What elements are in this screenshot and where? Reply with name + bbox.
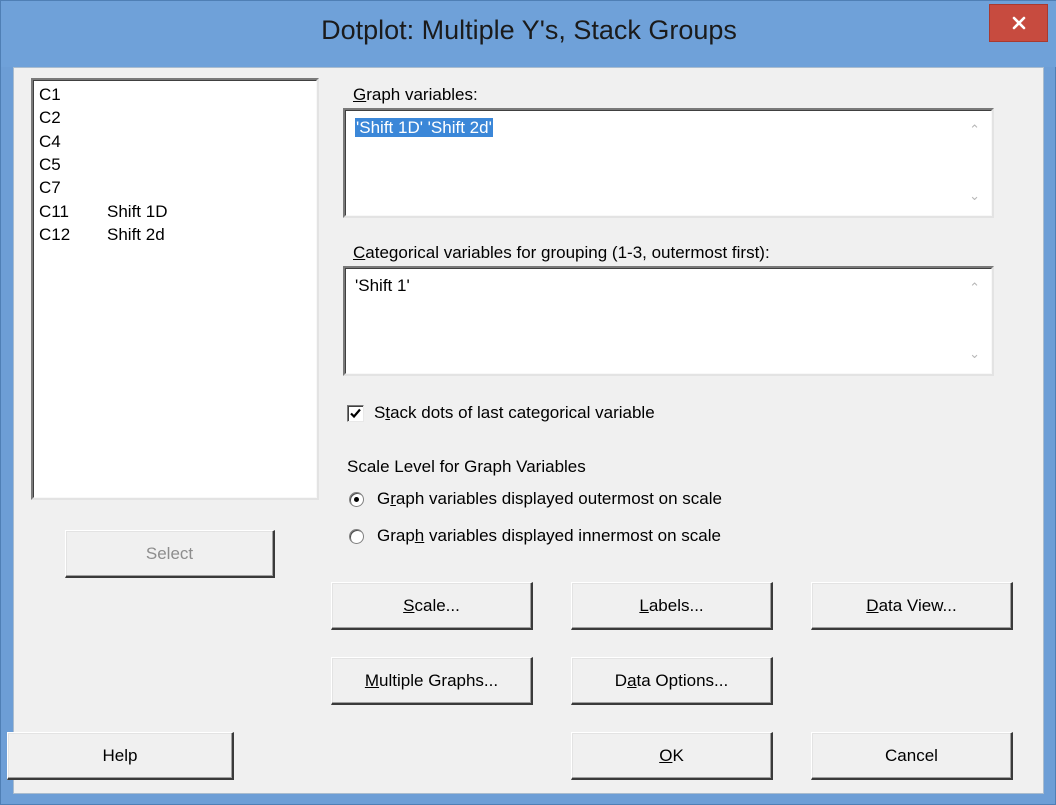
multiple-graphs-button[interactable]: Multiple Graphs...: [331, 657, 533, 705]
dialog-window: Dotplot: Multiple Y's, Stack Groups C1 C2…: [0, 0, 1056, 805]
ok-button[interactable]: OK: [571, 732, 773, 780]
categorical-variables-input[interactable]: 'Shift 1' ⌃ ⌄: [343, 266, 994, 376]
stack-dots-label: Stack dots of last categorical variable: [374, 403, 655, 422]
scroll-up-icon[interactable]: ⌃: [969, 280, 980, 296]
column-id: C4: [39, 131, 61, 151]
dialog-body: C1 C2 C4 C5 C7 C11 Shift 1D C12 Shift 2d Select …: [7, 67, 1044, 794]
data-options-button[interactable]: Da ta Options...: [571, 657, 773, 705]
radio-outermost[interactable]: Graph variables displayed outermost on s…: [349, 489, 722, 509]
data-view-button[interactable]: Data View...: [811, 582, 1013, 630]
column-id: C7: [39, 178, 61, 198]
graph-variables-value: 'Shift 1D' 'Shift 2d': [355, 118, 493, 137]
cancel-button[interactable]: Cancel: [811, 732, 1013, 780]
column-id: C5: [39, 154, 61, 174]
column-id: C11: [39, 201, 69, 221]
scroll-down-icon[interactable]: ⌄: [969, 188, 980, 204]
radio-innermost-label: Graph variables displayed innermost on s…: [377, 526, 721, 545]
radio-outermost-label: Graph variables displayed outermost on s…: [377, 489, 722, 508]
variable-list[interactable]: C1 C2 C4 C5 C7 C11 Shift 1D C12 Shift 2d: [31, 78, 319, 500]
stack-dots-checkbox-row[interactable]: Stack dots of last categorical variable: [347, 403, 655, 423]
radio-innermost-button[interactable]: [349, 528, 364, 544]
column-name: Shift 2d: [107, 224, 165, 244]
categorical-variables-value: 'Shift 1': [355, 276, 410, 295]
checkmark-icon: [350, 408, 361, 418]
close-button[interactable]: [989, 4, 1048, 42]
help-button[interactable]: Help: [7, 732, 234, 780]
scale-level-heading: Scale Level for Graph Variables: [347, 457, 586, 476]
column-id: C12: [39, 224, 71, 244]
column-id: C1: [39, 85, 61, 104]
scroll-down-icon[interactable]: ⌄: [969, 346, 980, 362]
column-name: Shift 1D: [107, 201, 168, 221]
graph-variables-label: Graph variables:: [353, 85, 478, 104]
labels-button[interactable]: Labels...: [571, 582, 773, 630]
radio-innermost[interactable]: Graph variables displayed innermost on s…: [349, 526, 721, 546]
categorical-variables-label: Categorical variables for grouping (1-3,…: [353, 243, 770, 262]
graph-variables-input[interactable]: 'Shift 1D' 'Shift 2d' ⌃ ⌄: [343, 108, 994, 218]
scale-button[interactable]: Scale...: [331, 582, 533, 630]
radio-outermost-button[interactable]: [349, 491, 364, 507]
stack-dots-checkbox[interactable]: [347, 404, 364, 422]
title-bar[interactable]: Dotplot: Multiple Y's, Stack Groups: [1, 1, 1056, 67]
select-button[interactable]: Select: [65, 530, 275, 578]
close-icon: [1012, 16, 1025, 30]
scroll-up-icon[interactable]: ⌃: [969, 122, 980, 138]
column-id: C2: [39, 108, 61, 128]
window-title: Dotplot: Multiple Y's, Stack Groups: [321, 15, 737, 45]
